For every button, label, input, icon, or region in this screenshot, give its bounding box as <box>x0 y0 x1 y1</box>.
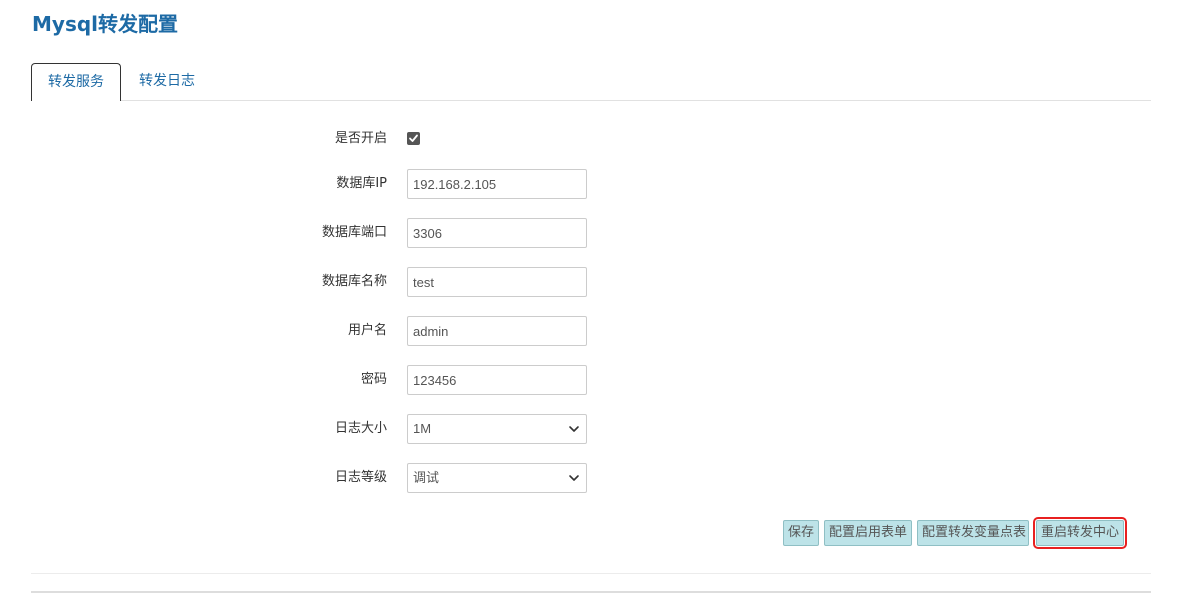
page: Mysql转发配置 转发服务 转发日志 是否开启 数据库IP 数据库端口 数据库… <box>0 0 1190 608</box>
restart-forward-center-button[interactable]: 重启转发中心 <box>1033 517 1127 549</box>
tab-bar: 转发服务 转发日志 <box>31 63 1151 101</box>
save-button[interactable]: 保存 <box>783 520 819 546</box>
divider <box>31 573 1151 574</box>
log-size-select[interactable]: 1M <box>407 414 587 444</box>
log-level-value: 调试 <box>413 470 440 485</box>
log-level-select[interactable]: 调试 <box>407 463 587 493</box>
form-row-log-size: 日志大小 1M <box>0 414 1190 444</box>
log-size-label: 日志大小 <box>334 421 387 436</box>
log-size-value: 1M <box>413 421 432 436</box>
db-name-input[interactable] <box>407 267 587 297</box>
footer-divider <box>31 591 1151 593</box>
db-port-label: 数据库端口 <box>321 225 387 240</box>
checkmark-icon <box>409 134 418 142</box>
page-title: Mysql转发配置 <box>32 12 179 36</box>
username-input[interactable] <box>407 316 587 346</box>
db-ip-label: 数据库IP <box>336 176 387 191</box>
enabled-checkbox[interactable] <box>407 132 420 145</box>
form-row-enabled: 是否开启 <box>0 124 1190 154</box>
form-row-log-level: 日志等级 调试 <box>0 463 1190 493</box>
form-row-db-name: 数据库名称 <box>0 267 1190 297</box>
db-name-label: 数据库名称 <box>321 274 387 289</box>
form-row-db-ip: 数据库IP <box>0 169 1190 199</box>
username-label: 用户名 <box>347 323 387 338</box>
password-input[interactable] <box>407 365 587 395</box>
form-row-username: 用户名 <box>0 316 1190 346</box>
db-port-input[interactable] <box>407 218 587 248</box>
chevron-down-icon <box>569 475 579 481</box>
log-level-label: 日志等级 <box>334 470 387 485</box>
form-row-password: 密码 <box>0 365 1190 395</box>
db-ip-input[interactable] <box>407 169 587 199</box>
form-row-db-port: 数据库端口 <box>0 218 1190 248</box>
tab-forward-log[interactable]: 转发日志 <box>127 63 207 100</box>
enabled-label: 是否开启 <box>334 131 387 146</box>
password-label: 密码 <box>360 372 387 387</box>
chevron-down-icon <box>569 426 579 432</box>
tab-forward-service[interactable]: 转发服务 <box>31 63 121 101</box>
configure-variable-points-button[interactable]: 配置转发变量点表 <box>917 520 1029 546</box>
configure-enable-table-button[interactable]: 配置启用表单 <box>824 520 912 546</box>
